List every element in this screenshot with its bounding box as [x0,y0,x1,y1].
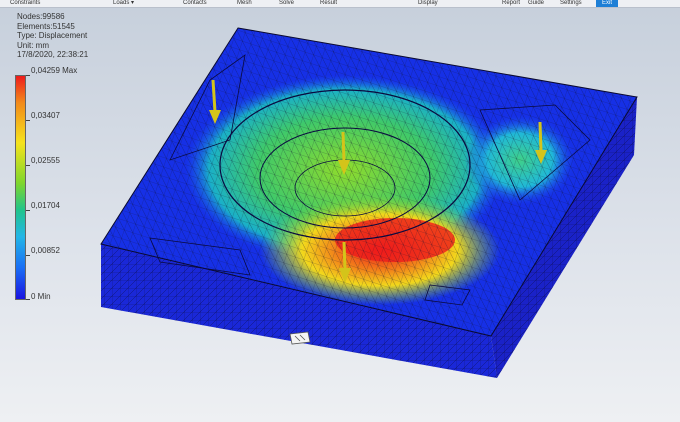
elements-count: Elements:51545 [17,21,75,31]
legend-tick [26,120,30,121]
legend-value-3: 0,01704 [31,201,60,210]
result-timestamp: 17/8/2020, 22:38:21 [17,50,89,60]
legend-value-1: 0,03407 [31,111,60,120]
result-type: Type: Displacement [17,31,88,41]
nodes-count: Nodes:99586 [17,12,65,21]
legend-max: 0,04259 Max [31,66,78,75]
legend-tick [26,299,30,300]
legend-tick [26,75,30,76]
fixed-constraint-icon[interactable] [289,331,311,345]
color-legend-bar [15,75,26,300]
legend-tick [26,165,30,166]
legend-value-4: 0,00852 [31,246,60,255]
legend-min: 0 Min [31,292,51,301]
legend-value-2: 0,02555 [31,156,60,165]
legend-tick [26,255,30,256]
legend-tick [26,210,30,211]
result-unit: Unit: mm [17,40,49,50]
result-info-panel: Nodes:99586 Elements:51545 Type: Displac… [17,12,88,60]
fea-model[interactable] [0,0,680,422]
